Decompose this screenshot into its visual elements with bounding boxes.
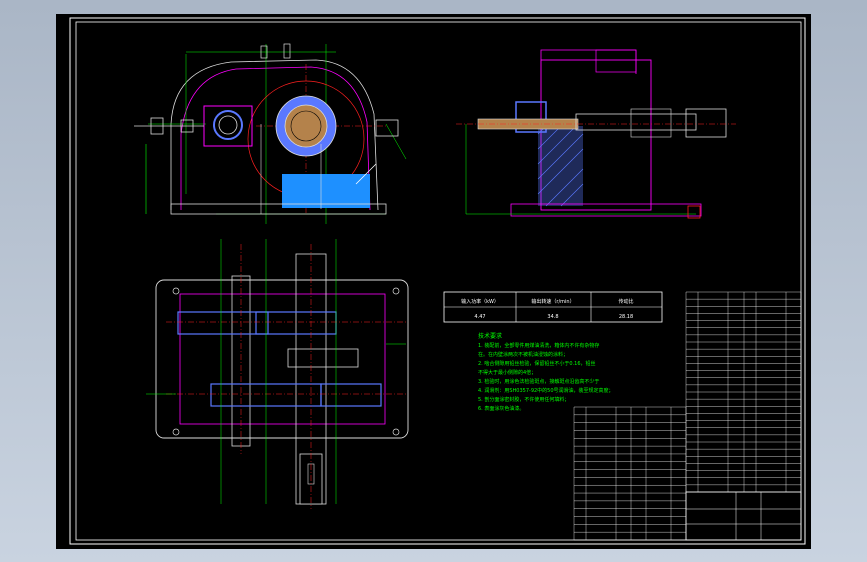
tech-req-line: 3. 检验时，用涂色法检验斑点，接触斑点沿齿高不少于 (478, 378, 599, 385)
tech-req-line: 1. 装配前，全部零件用煤油清洗，箱体内不许有杂物存 (478, 342, 599, 349)
tech-req-line: 2. 啮合侧隙用铅丝检验，保留铅丝不小于0.16，铅丝 (478, 360, 596, 367)
param-header-speed: 输出转速（r/min） (531, 298, 574, 305)
tech-req-line: 6. 表面涂灰色油漆。 (478, 405, 524, 412)
assembly-drawing: 输入功率（kW） 输出转速（r/min） 传动比 4.47 34.8 28.18… (56, 14, 811, 549)
param-value-power: 4.47 (474, 314, 485, 320)
param-value-ratio: 28.18 (619, 314, 633, 320)
oil-level (282, 174, 370, 208)
tech-req-line: 5. 剖分面涂密封胶，不许使用任何填料； (478, 396, 569, 403)
tech-req-line: 在。在内壁涂两次不被机油浸蚀的涂料； (478, 351, 568, 358)
tech-req-line: 不得大于最小侧隙的4倍； (478, 369, 536, 376)
tech-req-title: 技术要求 (478, 332, 502, 340)
param-value-speed: 34.8 (547, 314, 558, 320)
param-header-ratio: 传动比 (618, 298, 633, 305)
tech-req-line: 4. 润滑剂：用SH0357-92中的50号润滑油，装至规定高度； (478, 387, 614, 394)
param-header-power: 输入功率（kW） (461, 298, 499, 305)
cad-viewport[interactable]: 输入功率（kW） 输出转速（r/min） 传动比 4.47 34.8 28.18… (56, 14, 811, 549)
